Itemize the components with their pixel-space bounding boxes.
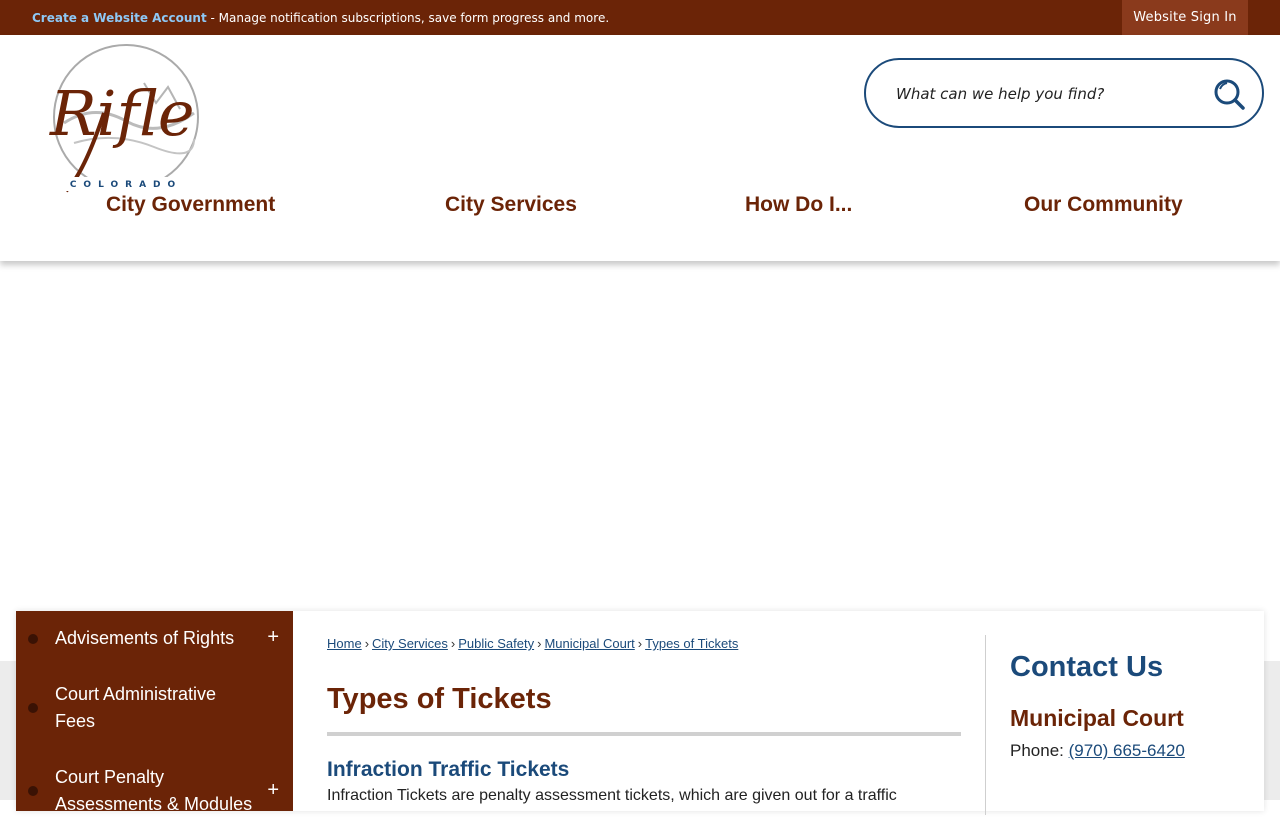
sidebar-item-court-administrative-fees[interactable]: Court Administrative Fees xyxy=(16,681,293,737)
svg-text:COLORADO: COLORADO xyxy=(70,180,182,190)
create-account-link[interactable]: Create a Website Account xyxy=(32,11,207,25)
column-divider xyxy=(985,635,986,815)
expand-plus-icon[interactable]: + xyxy=(267,624,279,651)
breadcrumb-separator: › xyxy=(364,636,370,651)
nav-our-community[interactable]: Our Community xyxy=(1024,193,1183,217)
rifle-colorado-logo[interactable]: Rifle COLORADO xyxy=(44,43,208,193)
breadcrumb-public-safety[interactable]: Public Safety xyxy=(458,636,534,651)
title-divider xyxy=(327,732,961,736)
breadcrumb-types-of-tickets[interactable]: Types of Tickets xyxy=(645,636,738,651)
breadcrumb-municipal-court[interactable]: Municipal Court xyxy=(544,636,634,651)
section-heading: Infraction Traffic Tickets xyxy=(327,758,570,781)
top-utility-bar: Create a Website Account - Manage notifi… xyxy=(0,0,1280,35)
side-navigation: Advisements of Rights + Court Administra… xyxy=(16,611,293,814)
phone-label: Phone: xyxy=(1010,741,1069,760)
breadcrumb-separator: › xyxy=(537,636,542,651)
sidebar-item-label: Court Administrative Fees xyxy=(55,684,217,731)
main-navigation: City Government City Services How Do I..… xyxy=(0,193,1280,223)
bullet-icon xyxy=(28,703,38,713)
breadcrumb: Home › City Services › Public Safety › Municip… xyxy=(327,636,738,651)
phone-number-link[interactable]: (970) 665-6420 xyxy=(1069,741,1185,760)
search-icon[interactable] xyxy=(1212,77,1246,111)
sidebar-item-court-penalty-assessments[interactable]: Court Penalty Assessments & Modules + xyxy=(16,764,293,820)
sidebar-item-label: Court Penalty Assessments & Modules xyxy=(55,767,253,814)
account-message: Create a Website Account - Manage notifi… xyxy=(32,10,609,26)
contact-sidebar: Contact Us Municipal Court Phone: (970) … xyxy=(1010,611,1250,811)
nav-city-services[interactable]: City Services xyxy=(445,193,577,217)
account-message-text: - Manage notification subscriptions, sav… xyxy=(206,11,610,25)
department-name: Municipal Court xyxy=(1010,705,1184,731)
website-sign-in-button[interactable]: Website Sign In xyxy=(1122,0,1248,35)
section-body-text: Infraction Tickets are penalty assessmen… xyxy=(327,787,897,804)
site-header: Rifle COLORADO City Government City Serv… xyxy=(0,35,1280,261)
search-input[interactable] xyxy=(896,81,1216,107)
nav-city-government[interactable]: City Government xyxy=(106,193,275,217)
breadcrumb-city-services[interactable]: City Services xyxy=(372,636,448,651)
bullet-icon xyxy=(28,634,38,644)
contact-us-heading: Contact Us xyxy=(1010,651,1164,683)
page-title: Types of Tickets xyxy=(327,683,552,715)
bullet-icon xyxy=(28,786,38,796)
content-card: Advisements of Rights + Court Administra… xyxy=(16,611,1264,815)
breadcrumb-separator: › xyxy=(450,636,456,651)
nav-how-do-i[interactable]: How Do I... xyxy=(745,193,852,217)
banner-area xyxy=(0,261,1280,661)
site-search xyxy=(864,58,1264,128)
breadcrumb-home[interactable]: Home xyxy=(327,636,362,651)
svg-text:Rifle: Rifle xyxy=(49,77,195,150)
main-content: Home › City Services › Public Safety › Municip… xyxy=(327,611,961,811)
sidebar-item-advisements-of-rights[interactable]: Advisements of Rights + xyxy=(16,625,293,653)
contact-phone: Phone: (970) 665-6420 xyxy=(1010,741,1185,761)
sidebar-item-label: Advisements of Rights xyxy=(55,628,235,648)
breadcrumb-separator: › xyxy=(637,636,643,651)
